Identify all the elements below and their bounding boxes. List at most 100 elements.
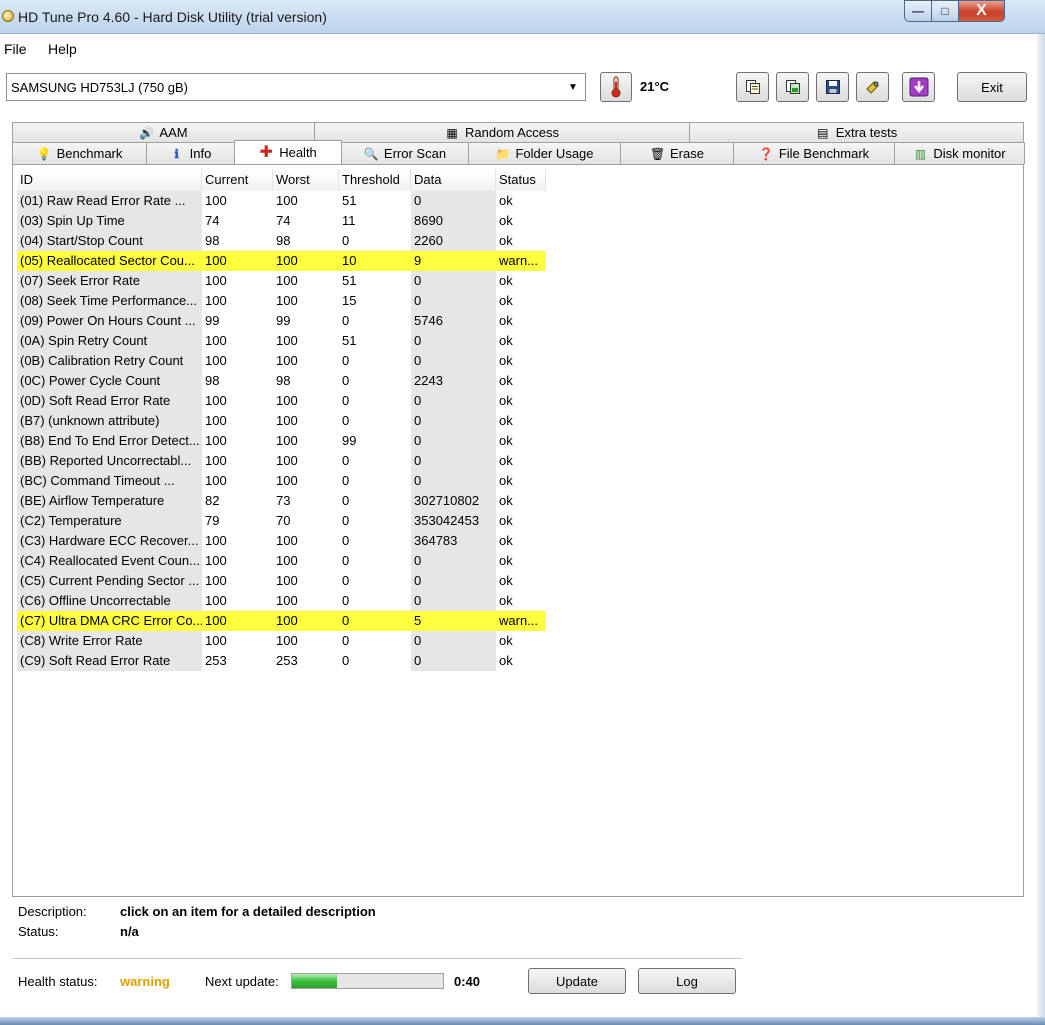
attr-data-cell: 8690: [411, 211, 496, 231]
table-row[interactable]: (08) Seek Time Performance... 100 100 15 0 ok: [17, 291, 546, 311]
wrench-options-icon: [865, 81, 879, 94]
table-row[interactable]: (B7) (unknown attribute) 100 100 0 0 ok: [17, 411, 546, 431]
tab-folder-usage[interactable]: 📁 Folder Usage: [468, 142, 621, 164]
column-header-threshold[interactable]: Threshold: [339, 169, 411, 191]
attr-worst-cell: 100: [276, 273, 298, 288]
column-header-current[interactable]: Current: [202, 169, 273, 191]
attr-worst-cell: 100: [276, 193, 298, 208]
table-row[interactable]: (C3) Hardware ECC Recover... 100 100 0 36478…: [17, 531, 546, 551]
attr-threshold-cell: 0: [342, 413, 350, 428]
attr-id-cell: (03) Spin Up Time: [17, 211, 202, 231]
column-header-data[interactable]: Data: [411, 169, 496, 191]
download-button[interactable]: [902, 72, 935, 102]
column-header-worst[interactable]: Worst: [273, 169, 339, 191]
menu-file[interactable]: File: [4, 41, 27, 57]
tab-error-scan[interactable]: 🔍 Error Scan: [341, 142, 469, 164]
copy-text-button[interactable]: [736, 72, 769, 102]
drive-select[interactable]: SAMSUNG HD753LJ (750 gB) ▼: [6, 73, 586, 101]
table-row[interactable]: (0B) Calibration Retry Count 100 100 0 0 ok: [17, 351, 546, 371]
tab-random-access[interactable]: ▦ Random Access: [314, 122, 690, 142]
table-row[interactable]: (01) Raw Read Error Rate ... 100 100 51 0 ok: [17, 191, 546, 211]
attr-current-cell: 100: [205, 553, 227, 568]
tab-erase[interactable]: 🗑 Erase: [620, 142, 734, 164]
table-row[interactable]: (05) Reallocated Sector Cou... 100 100 10 9 w…: [17, 251, 546, 271]
minimize-button[interactable]: —: [904, 0, 932, 22]
table-row[interactable]: (BB) Reported Uncorrectabl... 100 100 0 0 ok: [17, 451, 546, 471]
attr-data-cell: 0: [411, 471, 496, 491]
column-header-id[interactable]: ID: [17, 169, 202, 191]
health-panel: ID Current Worst Threshold Data Status (…: [12, 164, 1024, 897]
thermometer-icon: [611, 76, 621, 98]
attr-current-cell: 100: [205, 273, 227, 288]
attr-threshold-cell: 10: [339, 251, 411, 271]
log-button[interactable]: Log: [638, 968, 736, 994]
tab-disk-monitor[interactable]: ▥ Disk monitor: [894, 142, 1025, 164]
tab-label: Benchmark: [56, 146, 123, 161]
update-button[interactable]: Update: [528, 968, 626, 994]
attr-threshold-cell: 0: [342, 553, 350, 568]
tab-extra-tests[interactable]: ▤ Extra tests: [689, 122, 1024, 142]
attr-worst-cell: 100: [276, 473, 298, 488]
close-button[interactable]: X: [959, 0, 1005, 22]
tab-health[interactable]: ✚ Health: [234, 140, 342, 164]
attr-threshold-cell: 51: [342, 333, 357, 348]
attr-data-cell: 5: [411, 611, 496, 631]
table-row[interactable]: (C8) Write Error Rate 100 100 0 0 ok: [17, 631, 546, 651]
temperature-value: 21°C: [640, 79, 670, 94]
attr-threshold-cell: 0: [342, 233, 350, 248]
thermometer-button[interactable]: [600, 72, 632, 102]
attr-current-cell: 100: [205, 633, 227, 648]
attr-id-cell: (C4) Reallocated Event Coun...: [17, 551, 202, 571]
attr-current-cell: 100: [202, 251, 273, 271]
tab-label: AAM: [159, 125, 188, 140]
attr-current-cell: 100: [205, 533, 227, 548]
title-bar: HD Tune Pro 4.60 - Hard Disk Utility (tr…: [0, 0, 1045, 34]
table-row[interactable]: (B8) End To End Error Detect... 100 100 99 0…: [17, 431, 546, 451]
table-row[interactable]: (C9) Soft Read Error Rate 253 253 0 0 ok: [17, 651, 546, 671]
column-header-status[interactable]: Status: [496, 169, 546, 191]
table-row[interactable]: (BC) Command Timeout ... 100 100 0 0 ok: [17, 471, 546, 491]
menu-help[interactable]: Help: [48, 41, 77, 57]
maximize-button[interactable]: □: [932, 0, 959, 22]
copy-screenshot-button[interactable]: [776, 72, 809, 102]
chevron-down-icon[interactable]: ▼: [565, 79, 581, 95]
tab-info[interactable]: ℹ Info: [146, 142, 235, 164]
tab-label: Random Access: [465, 125, 559, 140]
attr-data-cell: 364783: [411, 531, 496, 551]
attr-current-cell: 100: [205, 573, 227, 588]
table-row[interactable]: (C4) Reallocated Event Coun... 100 100 0 0 ok: [17, 551, 546, 571]
table-row[interactable]: (C6) Offline Uncorrectable 100 100 0 0 ok: [17, 591, 546, 611]
attr-current-cell: 100: [205, 193, 227, 208]
attr-status-cell: ok: [499, 213, 513, 228]
attr-status-cell: ok: [499, 193, 513, 208]
description-label: Description:: [18, 904, 87, 919]
exit-button[interactable]: Exit: [957, 72, 1027, 102]
table-row[interactable]: (C7) Ultra DMA CRC Error Co... 100 100 0 5 wa…: [17, 611, 546, 631]
tab-benchmark[interactable]: 💡 Benchmark: [12, 142, 147, 164]
tab-file-benchmark[interactable]: ❓ File Benchmark: [733, 142, 895, 164]
options-button[interactable]: [856, 72, 889, 102]
table-row[interactable]: (0C) Power Cycle Count 98 98 0 2243 ok: [17, 371, 546, 391]
attr-threshold-cell: 0: [342, 473, 350, 488]
disk-monitor-icon: ▥: [914, 146, 927, 161]
magnifier-icon: 🔍: [363, 146, 379, 161]
attr-threshold-cell: 51: [342, 193, 357, 208]
lightbulb-icon: 💡: [36, 146, 52, 161]
attr-threshold-cell: 0: [342, 513, 350, 528]
table-row[interactable]: (0A) Spin Retry Count 100 100 51 0 ok: [17, 331, 546, 351]
table-row[interactable]: (BE) Airflow Temperature 82 73 0 302710802 ok: [17, 491, 546, 511]
table-row[interactable]: (0D) Soft Read Error Rate 100 100 0 0 ok: [17, 391, 546, 411]
table-row[interactable]: (09) Power On Hours Count ... 99 99 0 5746 ok: [17, 311, 546, 331]
tab-aam[interactable]: 🔊 AAM: [12, 122, 315, 142]
attr-threshold-cell: 11: [342, 213, 356, 228]
attr-id-cell: (BE) Airflow Temperature: [17, 491, 202, 511]
table-row[interactable]: (07) Seek Error Rate 100 100 51 0 ok: [17, 271, 546, 291]
table-row[interactable]: (04) Start/Stop Count 98 98 0 2260 ok: [17, 231, 546, 251]
attr-status-cell: ok: [499, 433, 513, 448]
extra-tests-icon: ▤: [817, 125, 829, 140]
table-row[interactable]: (03) Spin Up Time 74 74 11 8690 ok: [17, 211, 546, 231]
table-row[interactable]: (C5) Current Pending Sector ... 100 100 0 0 o…: [17, 571, 546, 591]
tab-row-bottom: 💡 Benchmark ℹ Info ✚ Health 🔍 Error Scan…: [12, 140, 1025, 164]
table-row[interactable]: (C2) Temperature 79 70 0 353042453 ok: [17, 511, 546, 531]
save-button[interactable]: [816, 72, 849, 102]
